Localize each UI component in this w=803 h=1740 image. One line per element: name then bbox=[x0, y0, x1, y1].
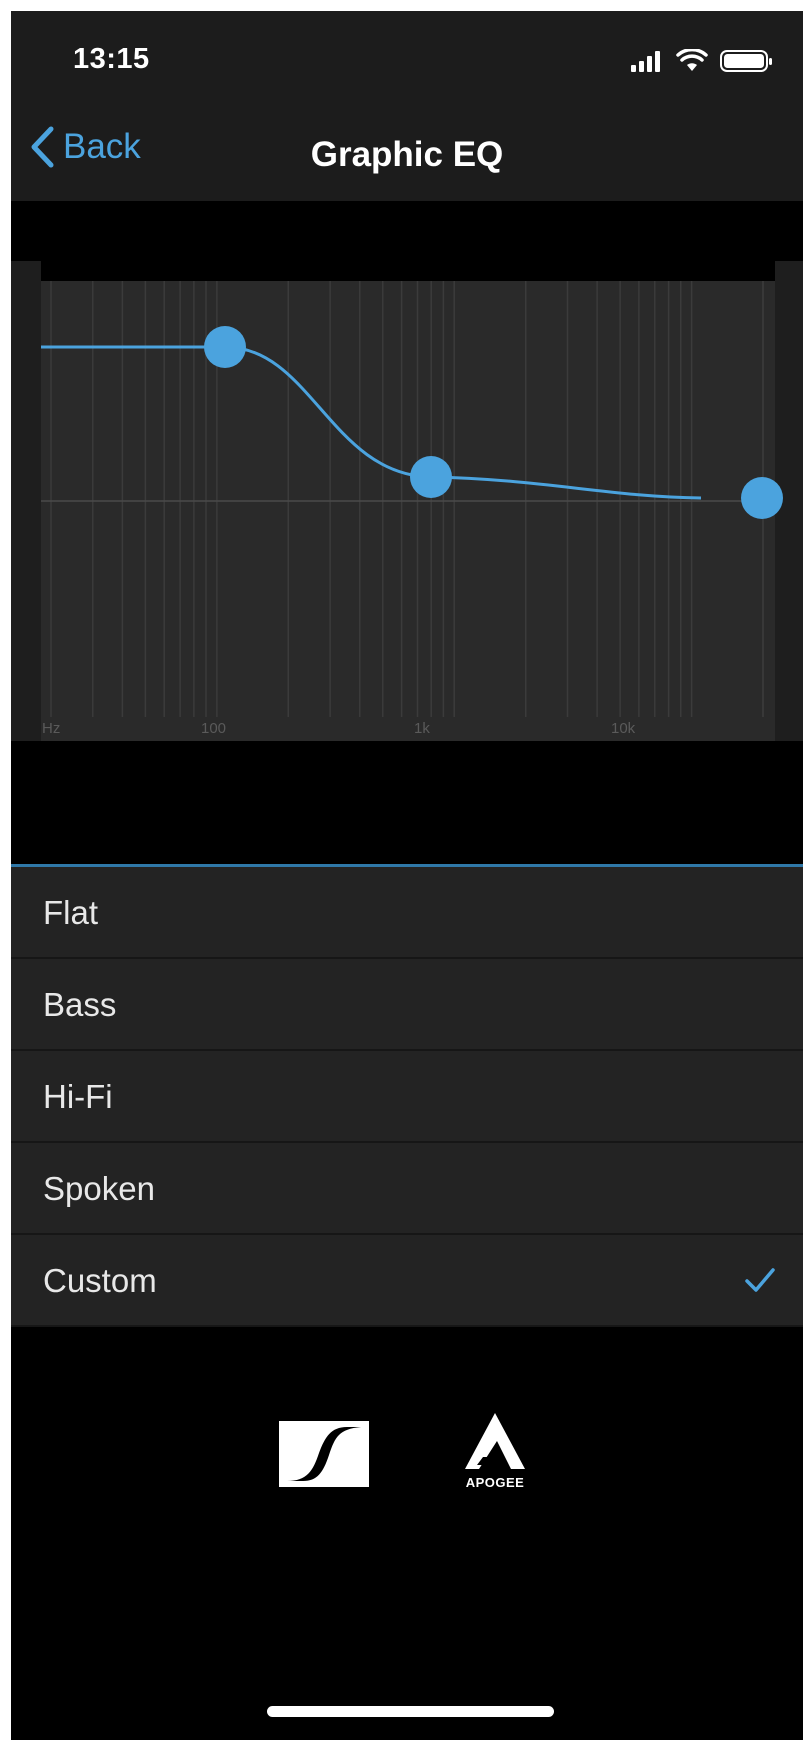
preset-row-bass[interactable]: Bass bbox=[11, 959, 803, 1051]
status-time: 13:15 bbox=[73, 43, 150, 75]
sennheiser-logo bbox=[279, 1421, 369, 1487]
preset-label: Flat bbox=[43, 894, 99, 931]
preset-row-custom[interactable]: Custom bbox=[11, 1235, 803, 1327]
checkmark-icon bbox=[745, 1268, 775, 1292]
signal-icon bbox=[631, 51, 660, 72]
status-icons bbox=[631, 49, 772, 72]
nav-bar: Back Graphic EQ bbox=[11, 91, 803, 201]
eq-graph[interactable]: Hz 100 1k 10k bbox=[11, 201, 803, 875]
freq-label-1k: 1k bbox=[414, 720, 430, 737]
page-title: Graphic EQ bbox=[310, 135, 504, 174]
preset-row-spoken[interactable]: Spoken bbox=[11, 1143, 803, 1235]
eq-graph-top-band bbox=[41, 261, 775, 281]
apogee-logo: APOGEE bbox=[453, 1409, 537, 1491]
freq-label-hz: Hz bbox=[42, 720, 60, 737]
brand-logos: APOGEE bbox=[11, 1401, 803, 1501]
preset-label: Bass bbox=[43, 986, 117, 1023]
wifi-icon bbox=[676, 49, 708, 71]
preset-list: Flat Bass Hi-Fi Spoken Custom bbox=[11, 867, 803, 1327]
freq-label-10k: 10k bbox=[611, 720, 636, 737]
status-bar: 13:15 bbox=[11, 11, 803, 91]
preset-row-flat[interactable]: Flat bbox=[11, 867, 803, 959]
preset-label: Custom bbox=[43, 1262, 157, 1299]
eq-control-point-low[interactable] bbox=[204, 326, 246, 368]
battery-icon bbox=[720, 50, 772, 72]
freq-label-100: 100 bbox=[201, 720, 226, 737]
preset-label: Hi-Fi bbox=[43, 1078, 113, 1115]
preset-row-hifi[interactable]: Hi-Fi bbox=[11, 1051, 803, 1143]
eq-graph-canvas[interactable]: Hz 100 1k 10k bbox=[11, 201, 803, 875]
eq-graph-bottom-band bbox=[11, 741, 803, 875]
apogee-mark-icon bbox=[465, 1413, 525, 1469]
eq-control-point-high[interactable] bbox=[741, 477, 783, 519]
apogee-wordmark: APOGEE bbox=[465, 1475, 525, 1490]
home-indicator[interactable] bbox=[267, 1706, 554, 1717]
screen: 13:15 Back Graphic EQ Hz 100 1k 10k Flat… bbox=[11, 11, 803, 1740]
preset-label: Spoken bbox=[43, 1170, 155, 1207]
eq-control-point-mid[interactable] bbox=[410, 456, 452, 498]
